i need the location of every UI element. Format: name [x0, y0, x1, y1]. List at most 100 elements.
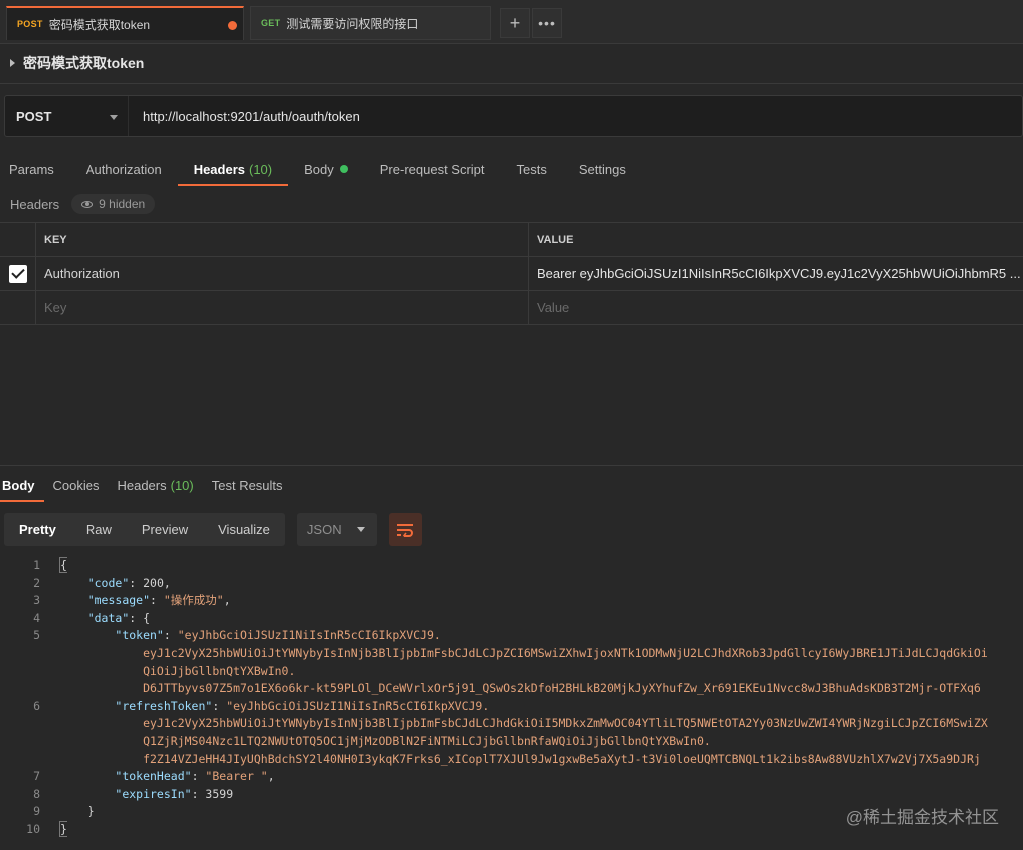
eye-icon — [81, 200, 94, 208]
response-tab-headers-label: Headers — [117, 477, 167, 493]
tab-settings[interactable]: Settings — [563, 152, 642, 186]
tab-authorization-label: Authorization — [85, 161, 162, 177]
url-input[interactable] — [129, 96, 1022, 136]
response-body-code[interactable]: 1{2 "code": 200, 3 "message": "操作成功", 4 "d… — [0, 557, 1023, 839]
json-punct: : { — [129, 610, 151, 625]
json-punct: : — [163, 628, 178, 643]
code-text: QiOiJjbGllbnQtYXBwIn0. — [40, 663, 295, 681]
header-key-cell[interactable]: Authorization — [36, 257, 529, 290]
code-line: 4 "data": { — [0, 610, 1023, 628]
new-value-input[interactable]: Value — [529, 291, 1023, 324]
tab-headers[interactable]: Headers (10) — [177, 152, 289, 186]
json-punct: : — [191, 769, 206, 784]
hidden-headers-toggle[interactable]: 9 hidden — [71, 194, 156, 214]
request-tab-bar: POST 密码模式获取token GET 测试需要访问权限的接口 + ••• — [0, 0, 1023, 44]
divider — [0, 83, 1023, 84]
code-line: Q1ZjRjMS04Nzc1LTQ2NWUtOTQ5OC1jMjMzODBlN2… — [0, 733, 1023, 751]
tab-tests[interactable]: Tests — [501, 152, 563, 186]
request-tab-protected-api[interactable]: GET 测试需要访问权限的接口 — [250, 6, 491, 40]
line-number: 5 — [33, 628, 40, 643]
line-number: 2 — [33, 575, 40, 590]
json-punct: , — [267, 769, 275, 784]
json-punct: } — [59, 820, 67, 837]
json-number: 3599 — [205, 786, 234, 801]
line-number: 7 — [33, 769, 40, 784]
line-number — [0, 645, 40, 663]
line-number — [0, 751, 40, 769]
json-string: eyJ1c2VyX25hbWUiOiJtYWNybyIsInNjb3BlIjpb… — [60, 645, 988, 660]
headers-table: KEY VALUE Authorization Bearer eyJhbGciO… — [0, 222, 1023, 325]
json-key: "data" — [87, 610, 130, 625]
watermark: @稀土掘金技术社区 — [845, 808, 999, 827]
view-pretty-button[interactable]: Pretty — [4, 513, 71, 546]
method-select[interactable]: POST — [5, 96, 129, 136]
headers-section-label: Headers — [10, 196, 60, 212]
code-line: 8 "expiresIn": 3599 — [0, 786, 1023, 804]
code-line: 7 "tokenHead": "Bearer ", — [0, 768, 1023, 786]
response-tab-cookies[interactable]: Cookies — [44, 468, 109, 502]
wrap-lines-icon — [397, 523, 414, 537]
json-string: eyJ1c2VyX25hbWUiOiJtYWNybyIsInNjb3BlIjpb… — [60, 716, 988, 731]
code-text: eyJ1c2VyX25hbWUiOiJtYWNybyIsInNjb3BlIjpb… — [40, 715, 988, 733]
code-line: 6 "refreshToken": "eyJhbGciOiJSUzI1NiIsI… — [0, 698, 1023, 716]
code-line: 2 "code": 200, — [0, 575, 1023, 593]
tab-params-label: Params — [9, 161, 54, 177]
new-key-input[interactable]: Key — [36, 291, 529, 324]
tab-body-label: Body — [304, 161, 334, 177]
response-tab-headers[interactable]: Headers (10) — [108, 468, 202, 502]
chevron-down-icon — [356, 527, 365, 532]
table-header-row: KEY VALUE — [0, 223, 1023, 257]
json-punct: : — [150, 593, 164, 608]
tab-params[interactable]: Params — [0, 152, 70, 186]
line-number: 6 — [33, 698, 40, 713]
code-line: QiOiJjbGllbnQtYXBwIn0. — [0, 663, 1023, 681]
body-active-dot-icon — [339, 165, 348, 173]
header-value-cell[interactable]: Bearer eyJhbGciOiJSUzI1NiIsInR5cCI6IkpXV… — [529, 257, 1023, 290]
line-number: 4 — [33, 610, 40, 625]
view-raw-button[interactable]: Raw — [71, 513, 127, 546]
json-punct — [60, 699, 115, 713]
json-key: "tokenHead" — [115, 769, 192, 784]
code-text: "tokenHead": "Bearer ", — [40, 768, 275, 786]
wrap-lines-button[interactable] — [388, 513, 422, 546]
chevron-down-icon — [110, 115, 118, 120]
new-tab-plus-icon[interactable]: + — [500, 8, 530, 38]
json-punct: { — [59, 557, 67, 573]
code-text: "message": "操作成功", — [40, 592, 231, 610]
tab-title: 测试需要访问权限的接口 — [286, 16, 419, 31]
unsaved-dot-icon — [228, 21, 237, 30]
tab-prerequest-script[interactable]: Pre-request Script — [364, 152, 501, 186]
line-number — [0, 680, 40, 698]
format-select[interactable]: JSON — [296, 513, 377, 546]
view-visualize-button[interactable]: Visualize — [203, 513, 285, 546]
row-checkbox-cell — [0, 291, 36, 324]
view-preview-button[interactable]: Preview — [127, 513, 203, 546]
column-header-key: KEY — [36, 223, 529, 256]
json-key: "token" — [115, 628, 164, 643]
code-line: f2Z14VZJeHH4JIyUQhBdchSY2l40NH0I3ykqK7Fr… — [0, 751, 1023, 769]
enabled-checkbox[interactable] — [8, 264, 27, 283]
request-name[interactable]: 密码模式获取token — [10, 52, 144, 74]
json-string: QiOiJjbGllbnQtYXBwIn0. — [60, 663, 296, 678]
tab-body[interactable]: Body — [288, 152, 364, 186]
line-number: 1 — [33, 558, 40, 572]
response-tab-body[interactable]: Body — [0, 468, 44, 502]
json-string: "eyJhbGciOiJSUzI1NiIsInR5cCI6IkpXVCJ9. — [226, 698, 490, 713]
response-tab-test-results[interactable]: Test Results — [203, 468, 292, 502]
tab-authorization[interactable]: Authorization — [70, 152, 178, 186]
request-name-text: 密码模式获取token — [23, 55, 145, 71]
code-text: } — [40, 803, 95, 821]
code-text: { — [40, 557, 67, 575]
tab-prerequest-label: Pre-request Script — [379, 161, 485, 177]
view-mode-group: Pretty Raw Preview Visualize — [4, 513, 285, 546]
json-punct: : — [129, 575, 144, 590]
request-tab-password-token[interactable]: POST 密码模式获取token — [6, 6, 244, 40]
json-punct: : — [212, 698, 227, 713]
json-string: D6JTTbyvs07Z5m7o1EX6o6kr-kt59PLOl_DCeWVr… — [60, 681, 981, 696]
more-tabs-ellipsis-icon[interactable]: ••• — [532, 8, 562, 38]
json-key: "code" — [87, 575, 130, 590]
caret-right-icon[interactable] — [10, 59, 15, 67]
json-punct — [60, 628, 115, 642]
response-tab-body-label: Body — [2, 477, 35, 493]
response-divider[interactable] — [0, 465, 1023, 466]
